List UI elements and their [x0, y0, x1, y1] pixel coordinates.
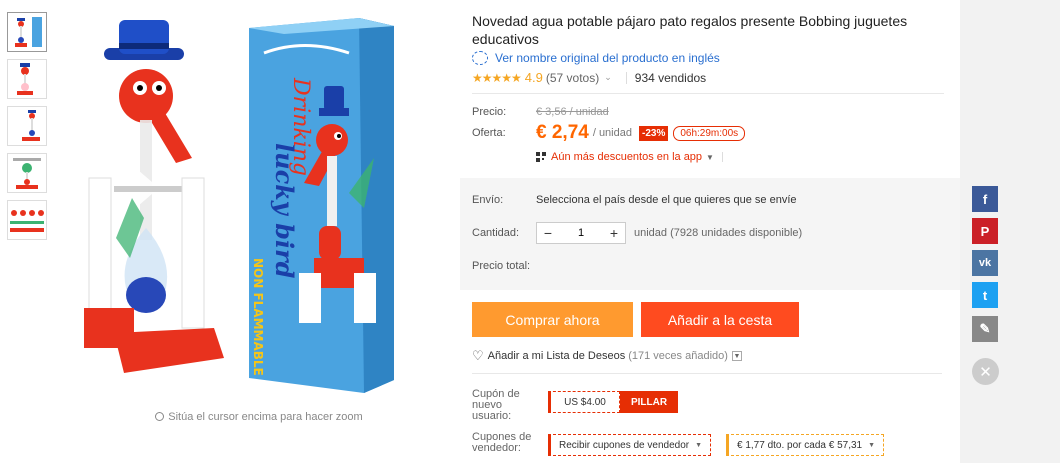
minus-button[interactable]: − — [537, 225, 559, 241]
divider — [625, 71, 627, 84]
shipping-row: Envío: Selecciona el país desde el que q… — [472, 194, 797, 206]
wishlist-link[interactable]: ♡ Añadir a mi Lista de Deseos (171 veces… — [472, 348, 742, 364]
app-discount-link[interactable]: Aún más descuentos en la app ▼ — [536, 151, 944, 163]
shipping-label: Envío: — [472, 194, 504, 206]
pinterest-icon[interactable]: P — [972, 218, 998, 244]
quantity-label: Cantidad: — [472, 227, 520, 239]
seller-coupon-select-text: Recibir cupones de vendedor — [559, 439, 690, 451]
thumbnail-4[interactable] — [7, 153, 47, 193]
product-info: Novedad agua potable pájaro pato regalos… — [472, 12, 944, 163]
new-user-coupon: US $4.00 PILLAR — [548, 391, 678, 413]
qr-code-icon — [536, 152, 546, 162]
buy-now-button[interactable]: Comprar ahora — [472, 302, 633, 337]
main-product-image[interactable]: Drinking lucky bird NON FLAMMABLE — [64, 8, 454, 398]
sold-count: 934 vendidos — [634, 70, 707, 85]
rating-stars-icon: ★★★★★ — [472, 70, 522, 85]
chevron-down-icon[interactable]: ▼ — [731, 351, 742, 361]
vk-icon[interactable]: vk — [972, 250, 998, 276]
offer-price: € 2,74 — [536, 122, 589, 143]
divider — [721, 152, 723, 162]
thumbnail-list — [7, 12, 49, 247]
quantity-stepper: − + — [536, 222, 626, 244]
seller-coupon-label: Cupones de vendedor: — [472, 431, 532, 454]
new-user-coupon-label: Cupón de nuevo usuario: — [472, 388, 520, 422]
close-icon[interactable]: ✕ — [972, 358, 999, 385]
product-title: Novedad agua potable pájaro pato regalos… — [472, 13, 908, 47]
seller-offer-select[interactable]: € 1,77 dto. por cada € 57,31 ▼ — [726, 434, 885, 456]
total-label: Precio total: — [472, 260, 531, 272]
old-price: € 3,56 / unidad — [536, 106, 609, 118]
caret-down-icon: ▼ — [868, 441, 876, 449]
shipping-select-link[interactable]: Selecciona el país desde el que quieres … — [536, 194, 797, 206]
quantity-input[interactable] — [559, 227, 603, 239]
translate-icon — [472, 51, 488, 65]
thumbnail-5[interactable] — [7, 200, 47, 240]
thumbnail-1[interactable] — [7, 12, 47, 52]
votes-link[interactable]: (57 votos) — [546, 71, 599, 85]
wishlist-count: (171 veces añadido) — [628, 350, 728, 362]
total-row: Precio total: — [472, 260, 536, 272]
edit-icon[interactable]: ✎ — [972, 316, 998, 342]
availability-text: unidad (7928 unidades disponible) — [634, 227, 803, 239]
heart-icon: ♡ — [472, 348, 484, 363]
offer-row: Oferta: € 2,74 / unidad -23% 06h:29m:00s — [472, 122, 944, 144]
discount-badge: -23% — [638, 125, 669, 141]
rating-row: ★★★★★ 4.9 (57 votos) ⌄ 934 vendidos — [472, 70, 944, 85]
social-share-bar: f P vk t ✎ — [972, 186, 998, 348]
app-discount-text[interactable]: Aún más descuentos en la app — [551, 151, 702, 163]
zoom-hint-text: Sitúa el cursor encima para hacer zoom — [168, 411, 363, 423]
plus-button[interactable]: + — [603, 225, 625, 241]
zoom-hint: Sitúa el cursor encima para hacer zoom — [64, 411, 454, 423]
price-label: Precio: — [472, 106, 507, 118]
shipping-panel: Envío: Selecciona el país desde el que q… — [460, 178, 960, 290]
action-buttons: Comprar ahora Añadir a la cesta — [472, 302, 799, 337]
rating-score: 4.9 — [524, 70, 543, 85]
chevron-down-icon[interactable]: ⌄ — [604, 72, 612, 83]
countdown-timer: 06h:29m:00s — [673, 125, 746, 141]
box-text-non-flammable: NON FLAMMABLE — [251, 258, 265, 376]
translate-link-text[interactable]: Ver nombre original del producto en ingl… — [495, 51, 720, 65]
coupon-value: US $4.00 — [548, 391, 620, 413]
seller-coupon-select[interactable]: Recibir cupones de vendedor ▼ — [548, 434, 712, 456]
add-to-cart-button[interactable]: Añadir a la cesta — [641, 302, 799, 337]
facebook-icon[interactable]: f — [972, 186, 998, 212]
thumbnail-3[interactable] — [7, 106, 47, 146]
quantity-row: Cantidad: − + unidad (7928 unidades disp… — [472, 222, 802, 244]
divider — [472, 93, 944, 94]
box-text-lucky-bird: lucky bird — [270, 143, 299, 279]
caret-down-icon: ▼ — [695, 441, 703, 449]
twitter-icon[interactable]: t — [972, 282, 998, 308]
thumbnail-2[interactable] — [7, 59, 47, 99]
price-row: Precio: € 3,56 / unidad — [472, 106, 944, 118]
page: Drinking lucky bird NON FLAMMABLE Sitúa … — [0, 0, 1060, 463]
caret-down-icon: ▼ — [706, 152, 714, 162]
seller-offer-text: € 1,77 dto. por cada € 57,31 — [737, 439, 863, 451]
grab-coupon-button[interactable]: PILLAR — [620, 391, 678, 413]
offer-label: Oferta: — [472, 127, 506, 139]
translate-link[interactable]: Ver nombre original del producto en ingl… — [472, 51, 944, 65]
divider — [472, 373, 942, 374]
magnifier-icon — [155, 412, 165, 421]
wishlist-text[interactable]: Añadir a mi Lista de Deseos — [488, 350, 626, 362]
product-card: Drinking lucky bird NON FLAMMABLE Sitúa … — [0, 0, 960, 463]
offer-unit: / unidad — [592, 127, 632, 139]
